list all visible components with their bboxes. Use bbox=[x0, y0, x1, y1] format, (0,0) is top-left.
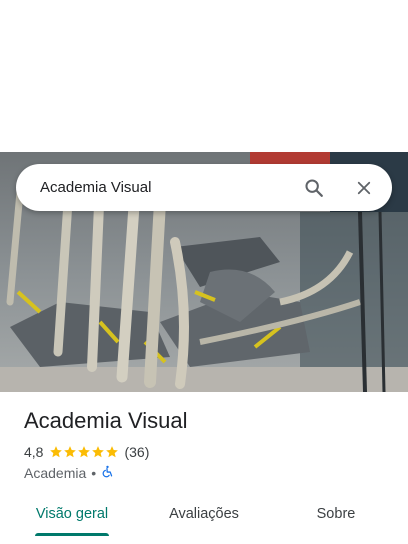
category-label: Academia bbox=[24, 465, 87, 481]
star-icon bbox=[64, 446, 77, 458]
tab-bar: Visão geral Avaliações Sobre bbox=[0, 494, 408, 538]
separator-dot: • bbox=[91, 465, 97, 481]
star-rating bbox=[49, 445, 119, 459]
rating-row[interactable]: 4,8 (36) bbox=[24, 444, 149, 460]
search-icon[interactable] bbox=[296, 170, 332, 206]
star-icon bbox=[50, 446, 63, 458]
tab-overview[interactable]: Visão geral bbox=[20, 494, 124, 534]
tab-reviews[interactable]: Avaliações bbox=[150, 494, 258, 534]
category-row: Academia • bbox=[24, 465, 114, 481]
active-tab-indicator bbox=[35, 533, 109, 536]
search-bar[interactable]: Academia Visual bbox=[16, 164, 392, 211]
star-icon bbox=[78, 446, 91, 458]
search-input[interactable]: Academia Visual bbox=[40, 179, 282, 196]
review-count[interactable]: (36) bbox=[124, 444, 149, 460]
star-icon bbox=[92, 446, 105, 458]
star-icon bbox=[106, 446, 119, 458]
place-title: Academia Visual bbox=[24, 408, 188, 433]
close-icon[interactable] bbox=[346, 170, 382, 206]
wheelchair-icon bbox=[101, 465, 114, 481]
tab-about[interactable]: Sobre bbox=[300, 494, 372, 534]
rating-value: 4,8 bbox=[24, 444, 44, 460]
